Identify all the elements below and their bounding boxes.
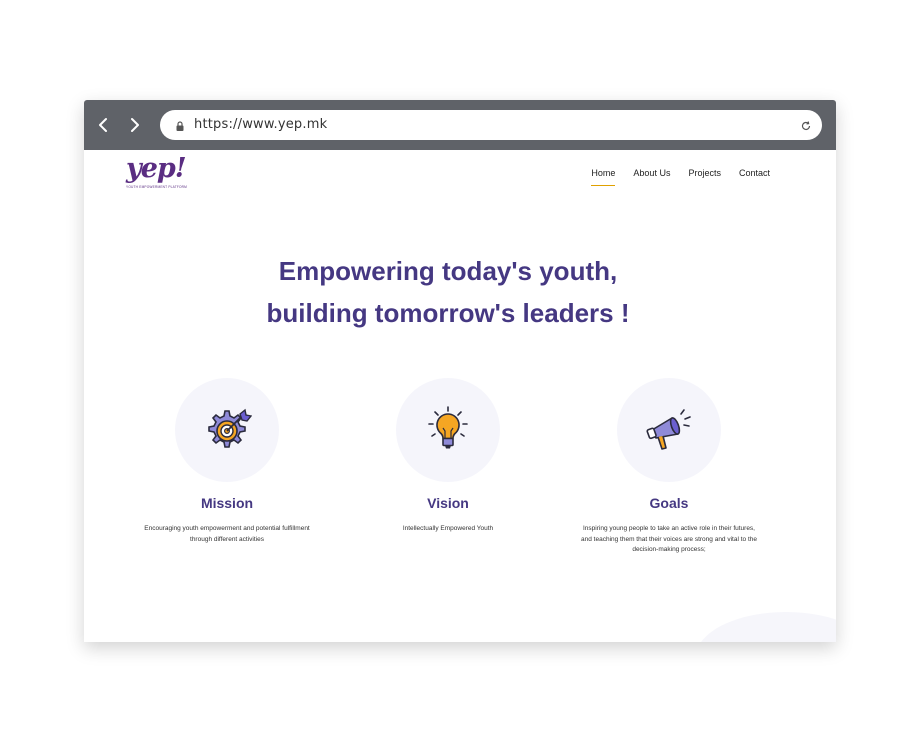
web-page: yep! YOUTH EMPOWERMENT PLATFORM Home Abo… [84,150,836,642]
desc-line: and teaching them that their voices are … [581,535,757,543]
nav-projects[interactable]: Projects [688,168,721,184]
desc-line: Intellectually Empowered Youth [402,525,494,532]
feature-icon-circle [396,378,500,482]
desc-line: Encouraging youth empowerment and potent… [144,525,310,532]
feature-desc-vision: Intellectually Empowered Youth [323,524,573,535]
feature-desc-mission: Encouraging youth empowerment and potent… [102,524,352,545]
url-text[interactable]: https://www.yep.mk [194,117,327,132]
main-nav: Home About Us Projects Contact [573,168,770,186]
browser-toolbar: https://www.yep.mk [84,100,836,150]
reload-icon[interactable] [800,119,812,131]
logo-subtitle: YOUTH EMPOWERMENT PLATFORM [126,185,188,189]
desc-line: through different activities [190,535,264,543]
feature-mission: Mission Encouraging youth empowerment an… [102,378,352,545]
desc-line: Inspiring young people to take an active… [583,525,755,532]
decorative-shape [696,612,836,642]
hero-line-1: Empowering today's youth, [278,256,618,286]
hero-heading: Empowering today's youth, building tomor… [84,250,812,334]
lightbulb-icon [428,406,468,449]
chevron-left-icon[interactable] [94,115,114,135]
feature-icon-circle [175,378,279,482]
feature-title-goals: Goals [649,495,689,511]
feature-title-mission: Mission [200,495,254,511]
lock-icon [174,119,186,131]
browser-window: https://www.yep.mk yep! YOUTH EMPOWERMEN… [84,100,836,642]
desc-line: decision-making process; [632,546,706,553]
chevron-right-icon[interactable] [124,115,144,135]
feature-desc-goals: Inspiring young people to take an active… [544,524,794,556]
feature-vision: Vision Intellectually Empowered Youth [323,378,573,535]
nav-about-us[interactable]: About Us [633,168,670,184]
nav-home[interactable]: Home [591,168,616,186]
site-logo[interactable]: yep! YOUTH EMPOWERMENT PLATFORM [126,154,188,192]
feature-goals: Goals Inspiring young people to take an … [544,378,794,556]
feature-title-vision: Vision [427,495,469,511]
megaphone-icon [646,409,691,450]
logo-text: yep! [126,153,187,184]
address-bar[interactable]: https://www.yep.mk [160,110,822,140]
hero-line-2: building tomorrow's leaders ! [266,298,630,328]
gear-target-icon [208,408,252,448]
feature-icon-circle [617,378,721,482]
nav-contact[interactable]: Contact [739,168,770,184]
